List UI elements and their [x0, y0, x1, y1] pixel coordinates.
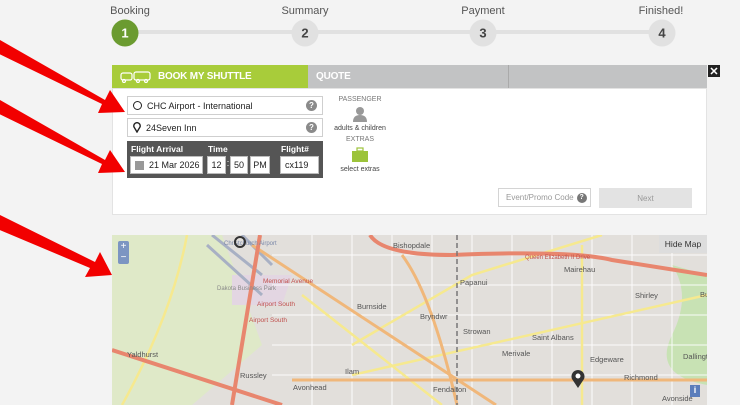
- ampm-select[interactable]: PM: [250, 156, 270, 174]
- tab-quote-label: QUOTE: [316, 71, 351, 82]
- step-4[interactable]: 4: [648, 19, 676, 47]
- map-label: Edgeware: [590, 355, 624, 364]
- map-label: Airport South: [249, 317, 287, 324]
- map-label: Mairehau: [564, 265, 595, 274]
- passenger-value[interactable]: adults & children: [334, 125, 386, 132]
- flight-number-input[interactable]: cx119: [280, 156, 319, 174]
- map[interactable]: Christchurch Airport Bishopdale Dakota Bus…: [112, 235, 707, 405]
- arrow-icon: [0, 215, 112, 277]
- map-label: Yaldhurst: [127, 350, 159, 359]
- date-input[interactable]: 21 Mar 2026: [130, 156, 203, 174]
- map-label: Queen Elizabeth II Drive: [525, 255, 591, 261]
- help-icon[interactable]: ?: [306, 100, 317, 111]
- tab-quote[interactable]: QUOTE: [308, 65, 508, 88]
- map-label: Strowan: [463, 327, 491, 336]
- help-icon[interactable]: ?: [576, 192, 587, 203]
- annotation-arrows: [0, 40, 125, 277]
- promo-code-input[interactable]: Event/Promo Code ?: [498, 188, 591, 207]
- map-label: Fendalton: [433, 385, 466, 394]
- next-button[interactable]: Next: [599, 188, 692, 208]
- tab-book-label: BOOK MY SHUTTLE: [158, 71, 252, 82]
- dropoff-value: 24Seven Inn: [146, 122, 197, 133]
- person-icon[interactable]: [352, 106, 368, 122]
- help-icon[interactable]: ?: [306, 122, 317, 133]
- extras-label: EXTRAS: [345, 136, 375, 143]
- progress-line: [125, 30, 662, 34]
- passenger-label: PASSENGER: [338, 96, 382, 103]
- time-label: Time: [208, 144, 228, 154]
- map-label: Russley: [240, 371, 267, 380]
- info-icon[interactable]: i: [690, 385, 700, 397]
- step-3[interactable]: 3: [469, 19, 497, 47]
- calendar-icon: [135, 160, 144, 170]
- map-pin-icon: [133, 122, 141, 133]
- map-label: Merivale: [502, 349, 530, 358]
- map-canvas[interactable]: Christchurch Airport Bishopdale Dakota Bus…: [112, 235, 707, 405]
- map-label: Bryndwr: [420, 312, 448, 321]
- map-label: Papanui: [460, 278, 488, 287]
- map-label: Avonhead: [293, 383, 327, 392]
- map-label: Burnside: [357, 302, 387, 311]
- map-label: Airport South: [257, 301, 295, 308]
- step-2[interactable]: 2: [291, 19, 319, 47]
- minute-input[interactable]: 50: [230, 156, 248, 174]
- map-label: Shirley: [635, 291, 658, 300]
- map-label: Bishopdale: [393, 241, 430, 250]
- dropoff-field[interactable]: 24Seven Inn ?: [127, 118, 323, 137]
- flight-arrival-label: Flight Arrival: [131, 144, 184, 154]
- map-label: Burwood: [700, 290, 707, 299]
- pickup-field[interactable]: CHC Airport - International ?: [127, 96, 323, 115]
- briefcase-icon[interactable]: [352, 147, 368, 162]
- tab-book-my-shuttle[interactable]: BOOK MY SHUTTLE: [112, 65, 308, 88]
- hour-input[interactable]: 12: [207, 156, 226, 174]
- step-label-finished: Finished!: [638, 5, 684, 17]
- tab-empty: [508, 65, 707, 88]
- pickup-value: CHC Airport - International: [147, 100, 253, 111]
- map-label: Richmond: [624, 373, 658, 382]
- arrow-icon: [0, 40, 125, 113]
- map-label: Avonside: [662, 394, 693, 403]
- extras-value[interactable]: select extras: [340, 166, 379, 173]
- close-icon[interactable]: ✕: [708, 65, 720, 78]
- map-label: Memorial Avenue: [263, 278, 313, 285]
- date-value: 21 Mar 2026: [149, 160, 200, 170]
- map-label: Christchurch Airport: [224, 241, 277, 247]
- map-label: Dakota Business Park: [217, 286, 277, 292]
- step-label-payment: Payment: [461, 5, 505, 17]
- promo-placeholder: Event/Promo Code: [506, 193, 574, 202]
- map-label: Saint Albans: [532, 333, 574, 342]
- map-label: Ilam: [345, 367, 359, 376]
- circle-icon: [133, 101, 142, 110]
- hide-map-button[interactable]: Hide Map: [659, 235, 707, 253]
- flight-number-label: Flight#: [281, 144, 309, 154]
- map-label: Dallington: [683, 352, 707, 361]
- step-label-summary: Summary: [281, 5, 329, 17]
